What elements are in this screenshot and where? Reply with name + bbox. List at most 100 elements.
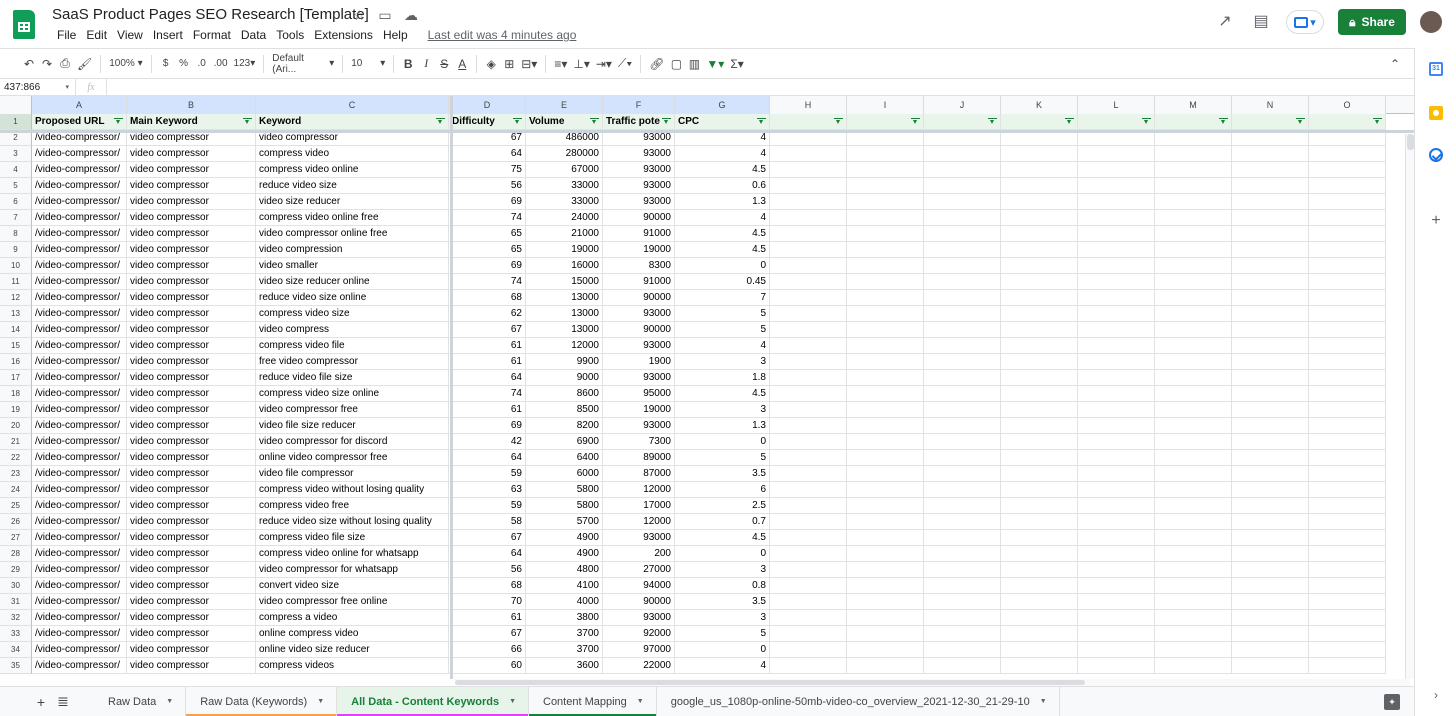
- grid-cell[interactable]: video compressor: [127, 594, 256, 610]
- grid-cell[interactable]: [1155, 322, 1232, 338]
- grid-cell[interactable]: [924, 658, 1001, 674]
- grid-cell[interactable]: 56: [449, 178, 526, 194]
- currency-format-button[interactable]: $: [157, 53, 175, 75]
- menu-tools[interactable]: Tools: [271, 28, 309, 42]
- row-number[interactable]: 35: [0, 658, 32, 674]
- horizontal-align-icon[interactable]: ≡▾: [551, 53, 570, 75]
- grid-cell[interactable]: [1232, 514, 1309, 530]
- grid-cell[interactable]: [1309, 498, 1386, 514]
- grid-cell[interactable]: 1.3: [675, 194, 770, 210]
- grid-cell[interactable]: 93000: [603, 370, 675, 386]
- grid-cell[interactable]: 5: [675, 306, 770, 322]
- all-sheets-icon[interactable]: ≣: [52, 693, 74, 710]
- grid-cell[interactable]: [924, 466, 1001, 482]
- row-number[interactable]: 34: [0, 642, 32, 658]
- grid-cell[interactable]: [1155, 418, 1232, 434]
- grid-cell[interactable]: [1155, 498, 1232, 514]
- filter-icon[interactable]: ▼▾: [703, 53, 727, 75]
- row-number[interactable]: 12: [0, 290, 32, 306]
- grid-cell[interactable]: [1309, 226, 1386, 242]
- grid-cell[interactable]: [1232, 242, 1309, 258]
- grid-cell[interactable]: [847, 498, 924, 514]
- grid-cell[interactable]: 90000: [603, 210, 675, 226]
- grid-cell[interactable]: 8500: [526, 402, 603, 418]
- expand-panel-icon[interactable]: ›: [1429, 688, 1443, 702]
- grid-cell[interactable]: 68: [449, 290, 526, 306]
- grid-cell[interactable]: [1078, 354, 1155, 370]
- grid-cell[interactable]: [924, 594, 1001, 610]
- header-cell[interactable]: Traffic pote: [603, 114, 675, 130]
- grid-cell[interactable]: 15000: [526, 274, 603, 290]
- insert-link-icon[interactable]: 🔗︎: [646, 53, 667, 75]
- grid-cell[interactable]: [1155, 658, 1232, 674]
- grid-cell[interactable]: video compressor: [127, 642, 256, 658]
- grid-cell[interactable]: [1078, 498, 1155, 514]
- grid-cell[interactable]: video compression: [256, 242, 449, 258]
- grid-cell[interactable]: [1078, 578, 1155, 594]
- grid-cell[interactable]: [1078, 594, 1155, 610]
- grid-cell[interactable]: [1155, 434, 1232, 450]
- grid-cell[interactable]: 90000: [603, 594, 675, 610]
- grid-cell[interactable]: 67: [449, 322, 526, 338]
- grid-cell[interactable]: 90000: [603, 322, 675, 338]
- grid-cell[interactable]: [924, 210, 1001, 226]
- add-icon[interactable]: +: [1429, 212, 1443, 230]
- grid-cell[interactable]: online video compressor free: [256, 450, 449, 466]
- grid-cell[interactable]: video compressor: [127, 146, 256, 162]
- grid-cell[interactable]: 3800: [526, 610, 603, 626]
- filter-icon[interactable]: [834, 118, 843, 125]
- grid-cell[interactable]: [924, 258, 1001, 274]
- grid-cell[interactable]: [770, 658, 847, 674]
- grid-cell[interactable]: [1309, 658, 1386, 674]
- grid-cell[interactable]: [1232, 290, 1309, 306]
- grid-cell[interactable]: 93000: [603, 530, 675, 546]
- grid-cell[interactable]: [770, 610, 847, 626]
- grid-cell[interactable]: 12000: [603, 482, 675, 498]
- grid-cell[interactable]: [1001, 306, 1078, 322]
- grid-cell[interactable]: [847, 418, 924, 434]
- grid-cell[interactable]: [1309, 146, 1386, 162]
- grid-cell[interactable]: [1078, 642, 1155, 658]
- grid-cell[interactable]: 89000: [603, 450, 675, 466]
- grid-cell[interactable]: 4000: [526, 594, 603, 610]
- grid-cell[interactable]: [1309, 594, 1386, 610]
- grid-cell[interactable]: [1001, 514, 1078, 530]
- grid-cell[interactable]: /video-compressor/: [32, 450, 127, 466]
- grid-cell[interactable]: 12000: [526, 338, 603, 354]
- grid-cell[interactable]: 59: [449, 466, 526, 482]
- grid-cell[interactable]: [1232, 530, 1309, 546]
- grid-cell[interactable]: [847, 466, 924, 482]
- grid-cell[interactable]: 91000: [603, 226, 675, 242]
- header-cell[interactable]: Keyword: [256, 114, 449, 130]
- row-number[interactable]: 27: [0, 530, 32, 546]
- grid-cell[interactable]: [1001, 322, 1078, 338]
- grid-cell[interactable]: compress videos: [256, 658, 449, 674]
- grid-cell[interactable]: [847, 210, 924, 226]
- row-number[interactable]: 31: [0, 594, 32, 610]
- grid-cell[interactable]: 1.3: [675, 418, 770, 434]
- grid-cell[interactable]: /video-compressor/: [32, 322, 127, 338]
- grid-cell[interactable]: [1309, 610, 1386, 626]
- grid-cell[interactable]: reduce video size without losing quality: [256, 514, 449, 530]
- filter-icon[interactable]: [1296, 118, 1305, 125]
- grid-cell[interactable]: [1078, 146, 1155, 162]
- grid-cell[interactable]: [1078, 626, 1155, 642]
- grid-cell[interactable]: [924, 530, 1001, 546]
- grid-cell[interactable]: [770, 226, 847, 242]
- grid-cell[interactable]: 64: [449, 370, 526, 386]
- grid-cell[interactable]: 65: [449, 226, 526, 242]
- grid-cell[interactable]: [1309, 386, 1386, 402]
- grid-cell[interactable]: 70: [449, 594, 526, 610]
- merge-cells-icon[interactable]: ⊟▾: [518, 53, 540, 75]
- grid-cell[interactable]: 87000: [603, 466, 675, 482]
- grid-cell[interactable]: [1232, 210, 1309, 226]
- grid-cell[interactable]: [1001, 370, 1078, 386]
- grid-cell[interactable]: [770, 146, 847, 162]
- grid-cell[interactable]: /video-compressor/: [32, 498, 127, 514]
- grid-cell[interactable]: [770, 498, 847, 514]
- grid-cell[interactable]: /video-compressor/: [32, 610, 127, 626]
- grid-cell[interactable]: [847, 322, 924, 338]
- grid-cell[interactable]: [770, 274, 847, 290]
- grid-cell[interactable]: [770, 370, 847, 386]
- grid-cell[interactable]: 33000: [526, 178, 603, 194]
